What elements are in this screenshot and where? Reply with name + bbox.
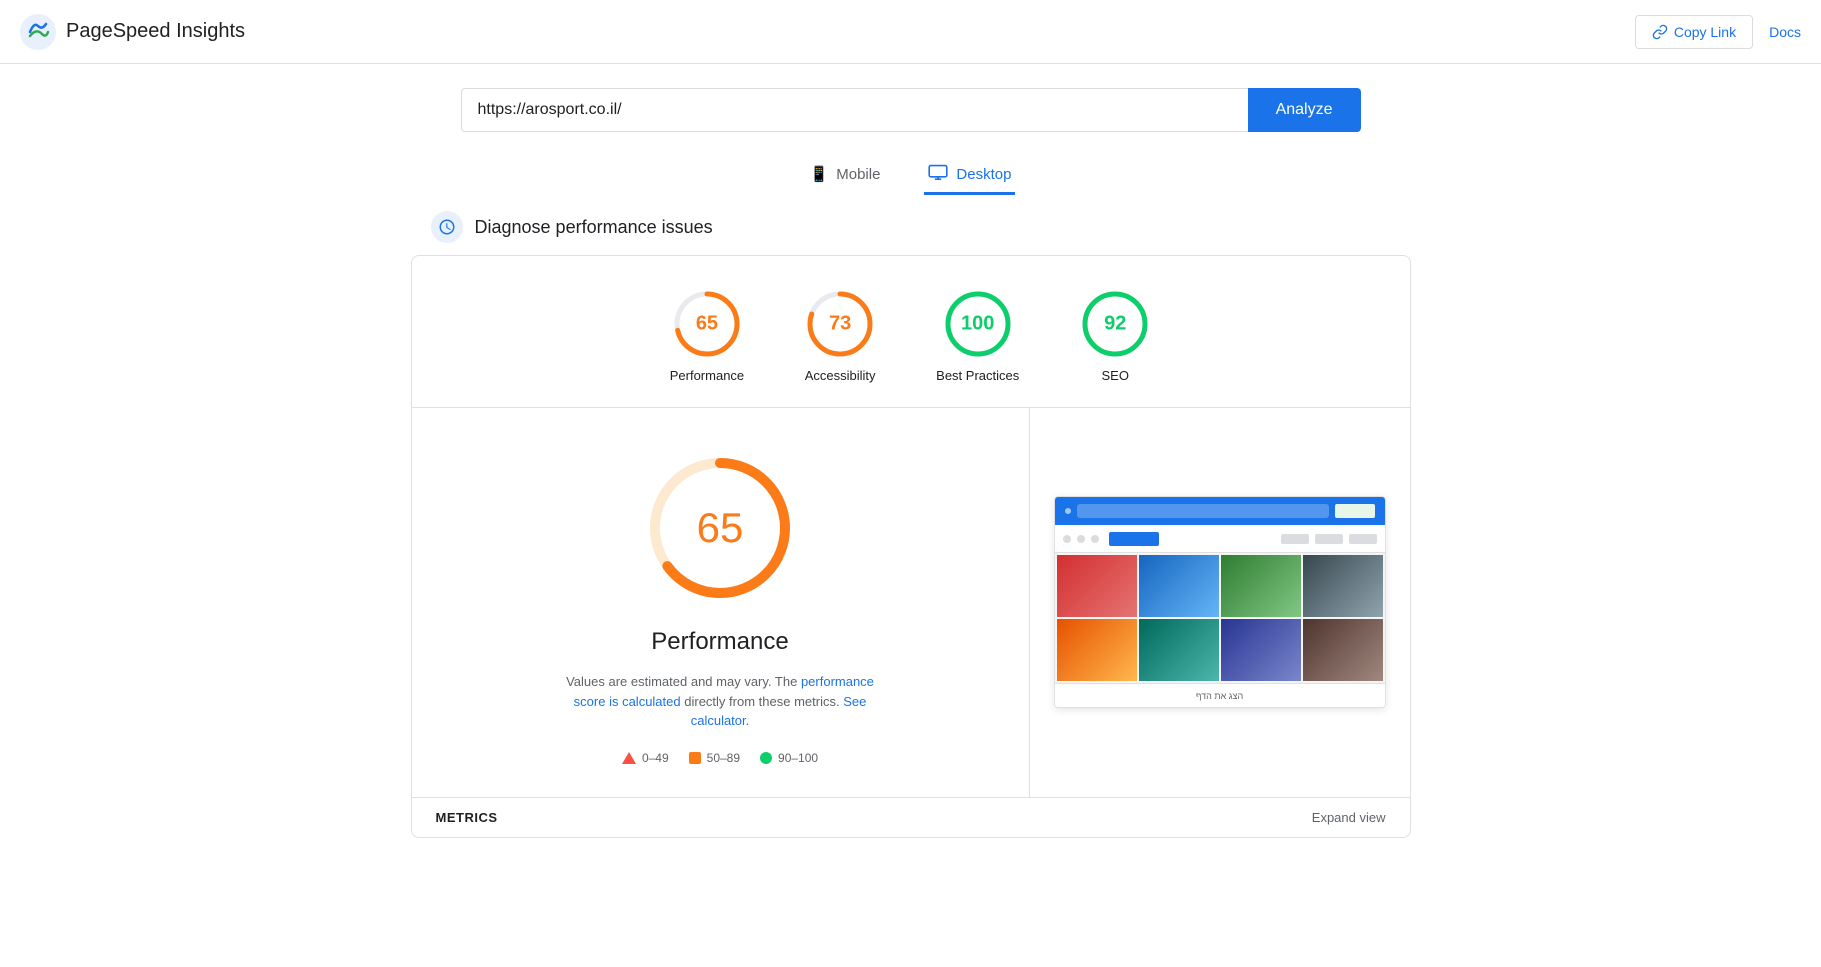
detail-section: 65 Performance Values are estimated and …	[412, 408, 1410, 797]
score-circle-best-practices: 100	[942, 288, 1014, 360]
logo-mock	[1335, 504, 1375, 518]
docs-link[interactable]: Docs	[1769, 24, 1801, 40]
tab-desktop-label: Desktop	[956, 166, 1011, 183]
analyze-button[interactable]: Analyze	[1248, 88, 1361, 132]
score-circle-performance: 65	[671, 288, 743, 360]
link-icon	[1652, 24, 1668, 40]
header: PageSpeed Insights Copy Link Docs	[0, 0, 1821, 64]
expand-view[interactable]: Expand view	[1312, 810, 1386, 825]
copy-link-button[interactable]: Copy Link	[1635, 15, 1753, 49]
grid-cell-7	[1221, 619, 1301, 681]
gauge-icon	[438, 218, 456, 236]
score-label-best-practices: Best Practices	[936, 368, 1019, 383]
detail-left: 65 Performance Values are estimated and …	[412, 408, 1030, 797]
diagnose-icon-wrapper	[431, 211, 463, 243]
performance-title: Performance	[651, 628, 788, 656]
score-label-performance: Performance	[670, 368, 744, 383]
score-label-seo: SEO	[1102, 368, 1129, 383]
score-item-best-practices[interactable]: 100 Best Practices	[936, 288, 1019, 383]
screenshot-mockup: הצג את הדף	[1054, 496, 1386, 708]
url-section: Analyze	[0, 64, 1821, 148]
active-nav-tab	[1109, 532, 1159, 546]
score-circle-seo: 92	[1079, 288, 1151, 360]
score-value-performance: 65	[696, 313, 718, 336]
metrics-label: METRICS	[436, 810, 498, 825]
grid-cell-2	[1139, 555, 1219, 617]
desktop-icon	[928, 164, 948, 184]
nav-circle-1	[1063, 535, 1071, 543]
detail-right: הצג את הדף	[1030, 408, 1410, 797]
grid-cell-6	[1139, 619, 1219, 681]
score-item-seo[interactable]: 92 SEO	[1079, 288, 1151, 383]
screenshot-footer-text: הצג את הדף	[1196, 691, 1243, 701]
diagnose-section: Diagnose performance issues	[411, 211, 1411, 243]
score-value-accessibility: 73	[829, 313, 851, 336]
score-item-performance[interactable]: 65 Performance	[670, 288, 744, 383]
big-gauge: 65	[640, 448, 800, 608]
screenshot-nav	[1055, 525, 1385, 553]
performance-description: Values are estimated and may vary. The p…	[560, 672, 880, 731]
header-left: PageSpeed Insights	[20, 14, 245, 50]
legend-red: 0–49	[622, 751, 669, 765]
red-triangle-icon	[622, 752, 636, 764]
grid-cell-5	[1057, 619, 1137, 681]
diagnose-title: Diagnose performance issues	[475, 217, 713, 238]
grid-cell-8	[1303, 619, 1383, 681]
description-static: Values are estimated and may vary. The	[566, 674, 797, 689]
legend-red-label: 0–49	[642, 751, 669, 765]
pagespeed-logo	[20, 14, 56, 50]
score-circle-accessibility: 73	[804, 288, 876, 360]
app-title: PageSpeed Insights	[66, 20, 245, 43]
grid-cell-4	[1303, 555, 1383, 617]
nav-link-2	[1315, 534, 1343, 544]
url-input[interactable]	[461, 88, 1248, 132]
score-legend: 0–49 50–89 90–100	[622, 751, 818, 765]
nav-link-3	[1349, 534, 1377, 544]
tab-mobile[interactable]: 📱 Mobile	[806, 156, 885, 195]
grid-cell-3	[1221, 555, 1301, 617]
legend-orange-label: 50–89	[707, 751, 740, 765]
nav-circle-2	[1077, 535, 1085, 543]
copy-link-label: Copy Link	[1674, 24, 1736, 40]
screenshot-header-bar	[1055, 497, 1385, 525]
score-label-accessibility: Accessibility	[805, 368, 876, 383]
orange-square-icon	[689, 752, 701, 764]
legend-orange: 50–89	[689, 751, 740, 765]
score-value-best-practices: 100	[961, 313, 994, 336]
scores-row: 65 Performance 73 Accessibility	[412, 256, 1410, 408]
main-card: 65 Performance 73 Accessibility	[411, 255, 1411, 838]
tabs-section: 📱 Mobile Desktop	[0, 156, 1821, 195]
score-value-seo: 92	[1104, 313, 1126, 336]
screenshot-grid	[1055, 553, 1385, 683]
nav-circle-3	[1091, 535, 1099, 543]
tab-mobile-label: Mobile	[836, 166, 880, 183]
url-bar-mock	[1077, 504, 1329, 518]
bottom-bar: METRICS Expand view	[412, 797, 1410, 837]
legend-green-label: 90–100	[778, 751, 818, 765]
green-circle-icon	[760, 752, 772, 764]
screenshot-footer: הצג את הדף	[1055, 683, 1385, 707]
legend-green: 90–100	[760, 751, 818, 765]
big-gauge-number: 65	[697, 504, 744, 552]
header-right: Copy Link Docs	[1635, 15, 1801, 49]
nav-link-1	[1281, 534, 1309, 544]
description-mid: directly from these metrics.	[684, 694, 843, 709]
url-form: Analyze	[461, 88, 1361, 132]
tab-desktop[interactable]: Desktop	[924, 156, 1015, 195]
score-item-accessibility[interactable]: 73 Accessibility	[804, 288, 876, 383]
grid-cell-1	[1057, 555, 1137, 617]
nav-dot	[1065, 508, 1071, 514]
mobile-icon: 📱	[810, 165, 829, 183]
